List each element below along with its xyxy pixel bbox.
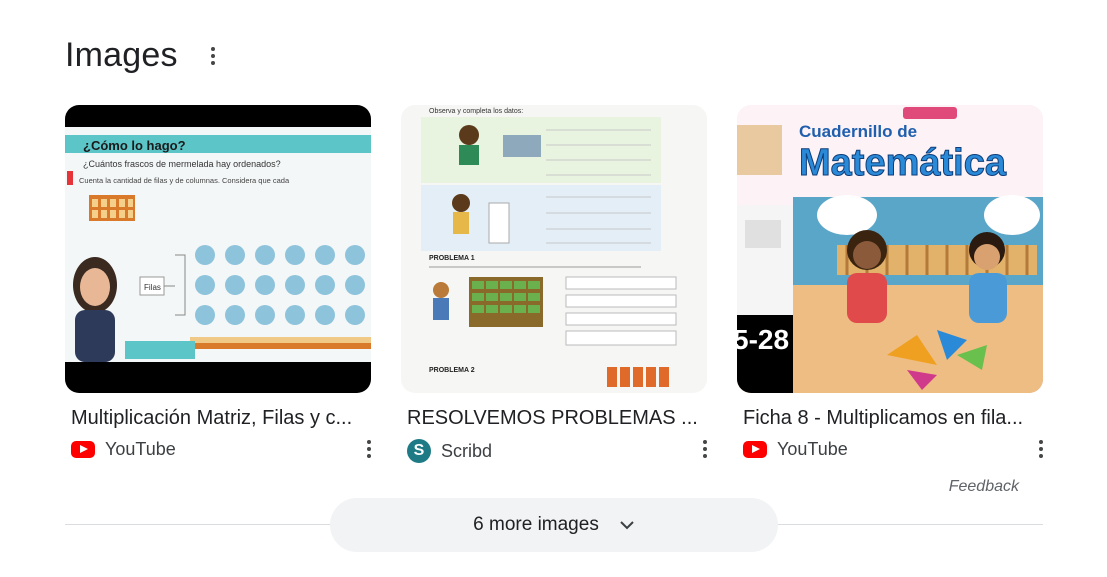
image-thumbnail[interactable]: Cuadernillo de Matemática 5-28	[737, 105, 1043, 393]
image-source[interactable]: YouTube	[743, 439, 848, 460]
thumb-instruction: Cuenta la cantidad de filas y de columna…	[79, 176, 290, 185]
image-source[interactable]: YouTube	[71, 439, 176, 460]
thumb-badge: 5-28	[737, 324, 789, 355]
image-result-card[interactable]: Cuadernillo de Matemática 5-28 Ficha 8 -…	[737, 105, 1043, 459]
image-result-card[interactable]: ¿Cómo lo hago? ¿Cuántos frascos de merme…	[65, 105, 371, 459]
image-thumbnail[interactable]: ¿Cómo lo hago? ¿Cuántos frascos de merme…	[65, 105, 371, 393]
more-images-button[interactable]: 6 more images	[330, 498, 778, 552]
image-title[interactable]: Multiplicación Matriz, Filas y c...	[71, 407, 371, 430]
chevron-down-icon	[620, 521, 634, 530]
thumb-box-label: Filas	[144, 283, 161, 292]
thumb-problem-1: PROBLEMA 1	[429, 255, 475, 262]
image-thumbnail[interactable]: Observa y completa los datos: PROBLEMA 1	[401, 105, 707, 393]
thumb-title-line2: Matemática	[799, 142, 1007, 184]
scribd-icon	[407, 439, 431, 463]
youtube-icon	[743, 441, 767, 458]
more-images-label: 6 more images	[473, 514, 599, 535]
more-options-icon[interactable]	[201, 44, 225, 68]
image-title[interactable]: Ficha 8 - Multiplicamos en fila...	[743, 407, 1043, 430]
youtube-icon	[71, 441, 95, 458]
image-title[interactable]: RESOLVEMOS PROBLEMAS ...	[407, 407, 707, 430]
image-source[interactable]: Scribd	[407, 439, 492, 463]
section-title: Images	[65, 35, 178, 74]
card-more-options-icon[interactable]	[1029, 437, 1053, 461]
card-more-options-icon[interactable]	[357, 437, 381, 461]
thumb-title-line1: Cuadernillo de	[799, 122, 917, 141]
feedback-link[interactable]: Feedback	[949, 478, 1019, 496]
source-name: Scribd	[441, 440, 493, 461]
card-more-options-icon[interactable]	[693, 437, 717, 461]
image-result-card[interactable]: Observa y completa los datos: PROBLEMA 1	[401, 105, 707, 463]
divider-left	[65, 524, 330, 525]
source-name: YouTube	[777, 439, 848, 459]
source-name: YouTube	[105, 439, 176, 459]
thumb-problem-2: PROBLEMA 2	[429, 367, 475, 374]
thumb-question: ¿Cuántos frascos de mermelada hay ordena…	[83, 159, 281, 169]
divider-right	[778, 524, 1043, 525]
thumb-heading: ¿Cómo lo hago?	[83, 138, 186, 153]
thumb-top-text: Observa y completa los datos:	[429, 108, 523, 115]
images-section-header: Images	[65, 30, 215, 80]
